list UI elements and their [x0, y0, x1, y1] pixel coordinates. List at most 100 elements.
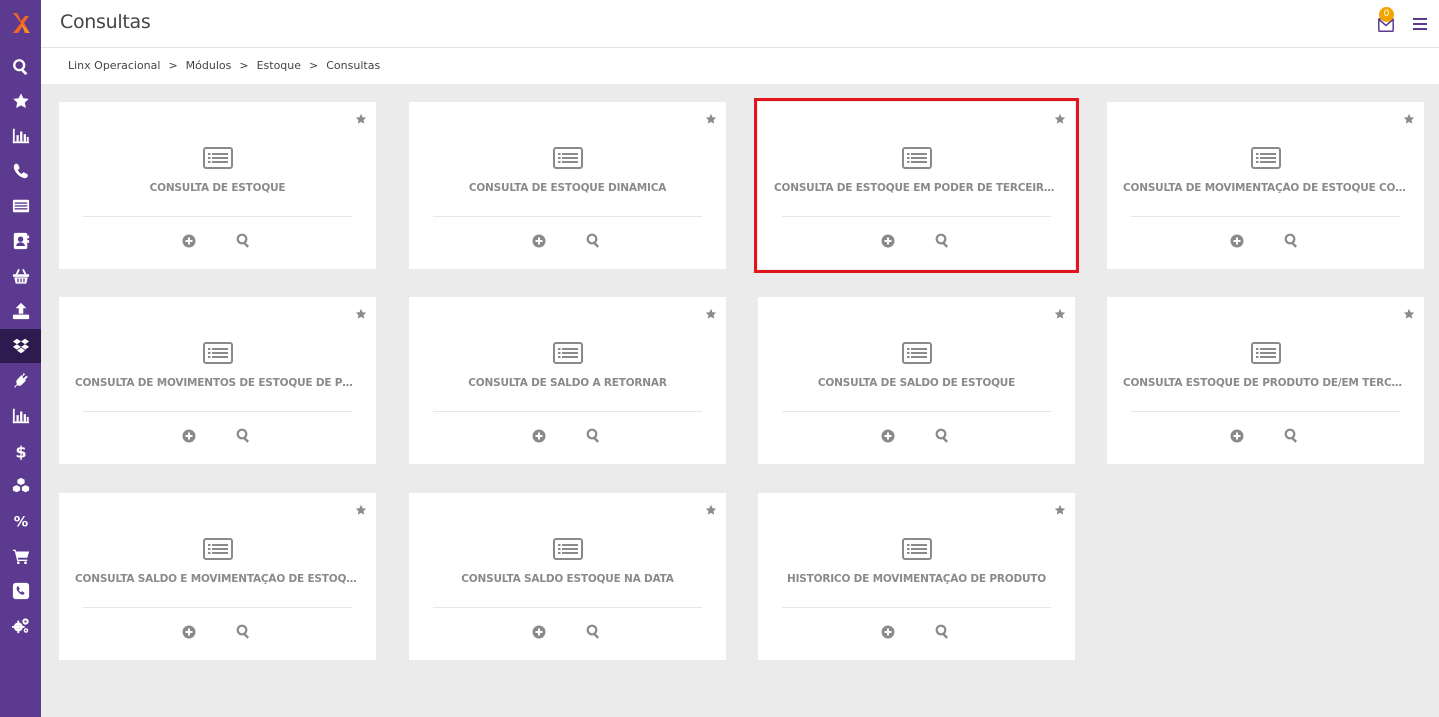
consulta-card[interactable]: CONSULTA ESTOQUE DE PRODUTO DE/EM TERCEI…	[1107, 297, 1424, 464]
card-title[interactable]: CONSULTA DE ESTOQUE DINÂMICA	[425, 182, 710, 194]
favorite-star-icon[interactable]	[1403, 110, 1415, 124]
add-circle-icon[interactable]	[532, 624, 546, 639]
upload-icon[interactable]	[0, 294, 41, 328]
add-circle-icon[interactable]	[881, 233, 895, 248]
add-circle-icon[interactable]	[1230, 233, 1244, 248]
search-icon[interactable]	[236, 428, 251, 443]
add-circle-icon[interactable]	[881, 624, 895, 639]
favorite-star-icon[interactable]	[705, 305, 717, 319]
sidebar: $ %	[0, 0, 41, 717]
list-icon	[901, 538, 932, 560]
breadcrumb-separator: >	[168, 59, 178, 72]
list-icon	[901, 342, 932, 364]
card-title[interactable]: CONSULTA SALDO E MOVIMENTAÇÃO DE ESTOQUE	[75, 573, 360, 585]
breadcrumb-item-consultas[interactable]: Consultas	[326, 59, 380, 72]
consulta-card[interactable]: CONSULTA DE SALDO DE ESTOQUE	[758, 297, 1075, 464]
top-header: Consultas 0	[41, 0, 1439, 48]
favorite-star-icon[interactable]	[355, 501, 367, 515]
consulta-card[interactable]: CONSULTA DE ESTOQUE EM PODER DE TERCEIRO…	[754, 98, 1079, 273]
consulta-card[interactable]: CONSULTA SALDO E MOVIMENTAÇÃO DE ESTOQUE	[59, 493, 376, 660]
consulta-card[interactable]: CONSULTA DE MOVIMENTAÇÃO DE ESTOQUE COM …	[1107, 102, 1424, 269]
add-circle-icon[interactable]	[182, 428, 196, 443]
list-icon	[552, 342, 583, 364]
add-circle-icon[interactable]	[532, 428, 546, 443]
svg-text:%: %	[13, 514, 27, 530]
consulta-card[interactable]: CONSULTA DE MOVIMENTOS DE ESTOQUE DE PRO…	[59, 297, 376, 464]
breadcrumb: Linx Operacional > Módulos > Estoque > C…	[68, 59, 380, 72]
bar-chart-icon[interactable]	[0, 119, 41, 153]
card-title[interactable]: CONSULTA DE ESTOQUE	[75, 182, 360, 194]
card-title[interactable]: CONSULTA DE ESTOQUE EM PODER DE TERCEIRO…	[774, 182, 1059, 194]
card-divider	[782, 216, 1051, 217]
list-icon	[1250, 147, 1281, 169]
notifications-button[interactable]: 0	[1377, 7, 1397, 34]
favorite-star-icon[interactable]	[1403, 305, 1415, 319]
add-circle-icon[interactable]	[182, 624, 196, 639]
dropbox-icon[interactable]	[0, 329, 41, 363]
percent-icon[interactable]: %	[0, 504, 41, 538]
dollar-icon[interactable]: $	[0, 434, 41, 468]
card-title[interactable]: CONSULTA ESTOQUE DE PRODUTO DE/EM TERCEI…	[1123, 377, 1408, 389]
bar-chart-icon[interactable]	[0, 399, 41, 433]
hamburger-menu-icon[interactable]	[1413, 18, 1427, 30]
linx-logo[interactable]	[0, 8, 41, 38]
card-title[interactable]: HISTÓRICO DE MOVIMENTAÇÃO DE PRODUTO	[774, 573, 1059, 585]
add-circle-icon[interactable]	[532, 233, 546, 248]
consulta-card[interactable]: CONSULTA SALDO ESTOQUE NA DATA	[409, 493, 726, 660]
plug-icon[interactable]	[0, 364, 41, 398]
search-icon[interactable]	[935, 624, 950, 639]
search-icon[interactable]	[1284, 428, 1299, 443]
breadcrumb-item-modulos[interactable]: Módulos	[186, 59, 232, 72]
favorite-star-icon[interactable]	[705, 501, 717, 515]
consulta-card[interactable]: CONSULTA DE ESTOQUE DINÂMICA	[409, 102, 726, 269]
breadcrumb-bar: Linx Operacional > Módulos > Estoque > C…	[41, 48, 1439, 84]
card-title[interactable]: CONSULTA DE MOVIMENTAÇÃO DE ESTOQUE COM …	[1123, 182, 1408, 194]
search-icon[interactable]	[0, 50, 41, 84]
favorite-star-icon[interactable]	[1054, 110, 1066, 124]
list-icon	[202, 538, 233, 560]
cubes-icon[interactable]	[0, 469, 41, 503]
card-divider	[1131, 411, 1400, 412]
search-icon[interactable]	[236, 233, 251, 248]
cart-icon[interactable]	[0, 539, 41, 573]
add-circle-icon[interactable]	[182, 233, 196, 248]
card-title[interactable]: CONSULTA DE SALDO A RETORNAR	[425, 377, 710, 389]
phone-square-icon[interactable]	[0, 574, 41, 608]
card-divider	[433, 216, 702, 217]
search-icon[interactable]	[1284, 233, 1299, 248]
favorite-star-icon[interactable]	[355, 305, 367, 319]
phone-icon[interactable]	[0, 154, 41, 188]
breadcrumb-item-estoque[interactable]: Estoque	[257, 59, 301, 72]
search-icon[interactable]	[236, 624, 251, 639]
favorite-star-icon[interactable]	[1054, 501, 1066, 515]
favorite-star-icon[interactable]	[705, 110, 717, 124]
favorite-star-icon[interactable]	[355, 110, 367, 124]
card-title[interactable]: CONSULTA SALDO ESTOQUE NA DATA	[425, 573, 710, 585]
basket-icon[interactable]	[0, 259, 41, 293]
search-icon[interactable]	[935, 428, 950, 443]
contact-card-icon[interactable]	[0, 224, 41, 258]
svg-text:$: $	[15, 442, 26, 460]
add-circle-icon[interactable]	[1230, 428, 1244, 443]
card-title[interactable]: CONSULTA DE SALDO DE ESTOQUE	[774, 377, 1059, 389]
search-icon[interactable]	[586, 624, 601, 639]
star-icon[interactable]	[0, 84, 41, 118]
card-divider	[1131, 216, 1400, 217]
notification-badge: 0	[1379, 7, 1394, 22]
consulta-card[interactable]: CONSULTA DE ESTOQUE	[59, 102, 376, 269]
search-icon[interactable]	[935, 233, 950, 248]
list-icon	[202, 147, 233, 169]
consulta-card[interactable]: CONSULTA DE SALDO A RETORNAR	[409, 297, 726, 464]
consulta-card[interactable]: HISTÓRICO DE MOVIMENTAÇÃO DE PRODUTO	[758, 493, 1075, 660]
list-icon[interactable]	[0, 189, 41, 223]
breadcrumb-item-linx-operacional[interactable]: Linx Operacional	[68, 59, 160, 72]
cogs-icon[interactable]	[0, 609, 41, 643]
card-divider	[83, 216, 352, 217]
search-icon[interactable]	[586, 233, 601, 248]
breadcrumb-separator: >	[239, 59, 249, 72]
search-icon[interactable]	[586, 428, 601, 443]
favorite-star-icon[interactable]	[1054, 305, 1066, 319]
list-icon	[202, 342, 233, 364]
add-circle-icon[interactable]	[881, 428, 895, 443]
card-title[interactable]: CONSULTA DE MOVIMENTOS DE ESTOQUE DE PRO…	[75, 377, 360, 389]
